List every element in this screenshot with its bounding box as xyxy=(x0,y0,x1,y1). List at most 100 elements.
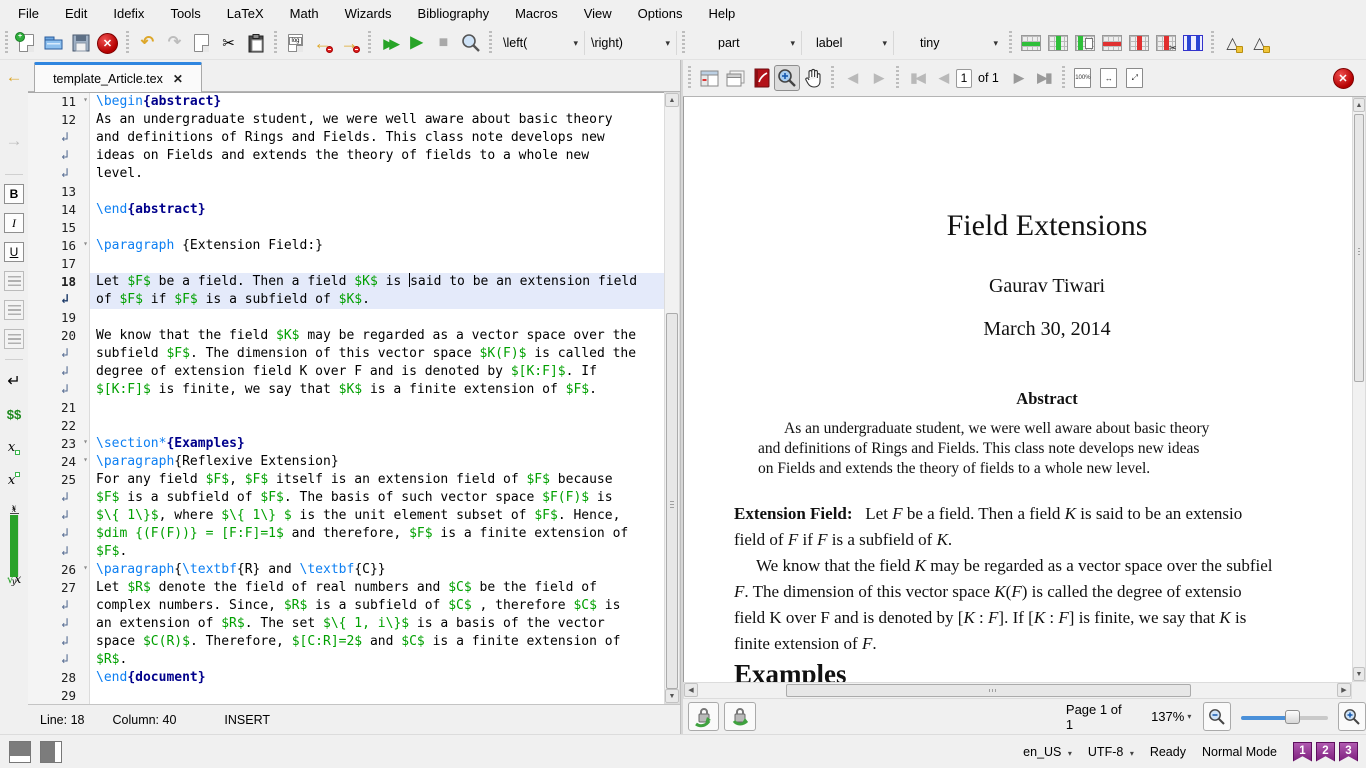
gutter-cell[interactable]: 28 xyxy=(28,669,90,687)
pdf-vscrollbar[interactable]: ▲ ▼ xyxy=(1352,97,1366,682)
encoding-selector[interactable]: UTF-8 ▾ xyxy=(1088,745,1134,759)
gutter-cell[interactable]: 29 xyxy=(28,687,90,704)
open-file-button[interactable] xyxy=(40,30,67,57)
editor-row[interactable]: ↲$R$. xyxy=(28,651,664,669)
gutter-cell[interactable]: ↲ xyxy=(28,651,90,669)
code-line[interactable]: complex numbers. Since, $R$ is a subfiel… xyxy=(90,597,664,615)
editor-row[interactable]: 14\end{abstract} xyxy=(28,201,664,219)
remove-column-button[interactable] xyxy=(1125,30,1152,57)
bookmark-badge-3[interactable]: 3 xyxy=(1339,742,1358,762)
inline-math-button[interactable]: $$ xyxy=(2,402,26,426)
gutter-cell[interactable]: ↲ xyxy=(28,615,90,633)
menu-file[interactable]: File xyxy=(18,6,39,21)
editor-row[interactable]: 20We know that the field $K$ may be rega… xyxy=(28,327,664,345)
close-file-button[interactable]: ✕ xyxy=(94,30,121,57)
language-selector[interactable]: en_US ▾ xyxy=(1023,745,1072,759)
toolbar-handle[interactable] xyxy=(272,31,279,55)
code-line[interactable]: \paragraph{Reflexive Extension} xyxy=(90,453,664,471)
menu-wizards[interactable]: Wizards xyxy=(345,6,392,21)
dfrac-button[interactable]: xy xyxy=(2,534,26,558)
menu-options[interactable]: Options xyxy=(638,6,683,21)
editor-row[interactable]: 24▾\paragraph{Reflexive Extension} xyxy=(28,453,664,471)
code-line[interactable]: \paragraph {Extension Field:} xyxy=(90,237,664,255)
code-line[interactable]: $F$. xyxy=(90,543,664,561)
zoom-out-button[interactable] xyxy=(1203,702,1231,731)
editor-row[interactable]: 16▾\paragraph {Extension Field:} xyxy=(28,237,664,255)
editor-row[interactable]: ↲degree of extension field K over F and … xyxy=(28,363,664,381)
align-left-button[interactable] xyxy=(4,271,24,291)
editor-row[interactable]: ↲of $F$ if $F$ is a subfield of $K$. xyxy=(28,291,664,309)
gutter-cell[interactable]: ↲ xyxy=(28,597,90,615)
superscript-button[interactable]: x xyxy=(2,468,26,492)
new-file-button[interactable]: + xyxy=(13,30,40,57)
scroll-down-icon[interactable]: ▼ xyxy=(665,689,679,703)
gutter-cell[interactable]: ↲ xyxy=(28,525,90,543)
history-forward-button[interactable]: ▶ xyxy=(865,65,891,91)
code-line[interactable]: \section*{Examples} xyxy=(90,435,664,453)
code-line[interactable]: \paragraph{\textbf{R} and \textbf{C}} xyxy=(90,561,664,579)
editor-row[interactable]: 13 xyxy=(28,183,664,201)
gutter-cell[interactable]: ↲ xyxy=(28,291,90,309)
fold-marker-icon[interactable]: ▾ xyxy=(83,433,88,451)
zoom-marquee-button[interactable] xyxy=(774,65,800,91)
editor-row[interactable]: ↲subfield $F$. The dimension of this vec… xyxy=(28,345,664,363)
code-line[interactable] xyxy=(90,309,664,327)
code-line[interactable]: level. xyxy=(90,165,664,183)
gutter-cell[interactable]: 12 xyxy=(28,111,90,129)
editor-vscrollbar[interactable]: ▲ ▼ xyxy=(664,92,680,704)
toolbar-handle[interactable] xyxy=(894,66,901,90)
tab-close-icon[interactable]: ✕ xyxy=(173,72,183,86)
editor-row[interactable]: 12As an undergraduate student, we were w… xyxy=(28,111,664,129)
sync-scroll-right-button[interactable] xyxy=(724,702,755,731)
menu-macros[interactable]: Macros xyxy=(515,6,558,21)
gutter-cell[interactable]: 14 xyxy=(28,201,90,219)
code-line[interactable]: $\{ 1\}$, where $\{ 1\} $ is the unit el… xyxy=(90,507,664,525)
menu-view[interactable]: View xyxy=(584,6,612,21)
scroll-down-icon[interactable]: ▼ xyxy=(1353,667,1365,681)
pdf-vscroll-thumb[interactable] xyxy=(1354,114,1364,382)
code-line[interactable] xyxy=(90,417,664,435)
gutter-cell[interactable]: ↲ xyxy=(28,381,90,399)
gutter-cell[interactable]: ↲ xyxy=(28,543,90,561)
editor-row[interactable]: 17 xyxy=(28,255,664,273)
toggle-structure-button[interactable] xyxy=(696,65,722,91)
editor-row[interactable]: 19 xyxy=(28,309,664,327)
editor-row[interactable]: ↲$\{ 1\}$, where $\{ 1\} $ is the unit e… xyxy=(28,507,664,525)
menu-idefix[interactable]: Idefix xyxy=(113,6,144,21)
code-line[interactable]: For any field $F$, $F$ itself is an exte… xyxy=(90,471,664,489)
code-line[interactable]: $dim {(F(F))} = [F:F]=1$ and therefore, … xyxy=(90,525,664,543)
editor-row[interactable]: 26▾\paragraph{\textbf{R} and \textbf{C}} xyxy=(28,561,664,579)
gutter-cell[interactable]: ↲ xyxy=(28,165,90,183)
editor-row[interactable]: ↲complex numbers. Since, $R$ is a subfie… xyxy=(28,597,664,615)
gutter-cell[interactable]: ↲ xyxy=(28,363,90,381)
gutter-cell[interactable]: ↲ xyxy=(28,129,90,147)
zoom-slider[interactable] xyxy=(1241,710,1328,724)
fontsize-combo[interactable]: tiny ▾ xyxy=(894,31,1004,55)
code-line[interactable]: an extension of $R$. The set $\{ 1, i\}$… xyxy=(90,615,664,633)
code-line[interactable] xyxy=(90,255,664,273)
gutter-cell[interactable]: 11▾ xyxy=(28,93,90,111)
next-error-button[interactable]: → xyxy=(336,30,363,57)
pages-panel-button[interactable] xyxy=(722,65,748,91)
toolbar-handle[interactable] xyxy=(124,31,131,55)
gutter-cell[interactable]: 26▾ xyxy=(28,561,90,579)
code-line[interactable]: $[K:F]$ is finite, we say that $K$ is a … xyxy=(90,381,664,399)
editor-row[interactable]: 28\end{document} xyxy=(28,669,664,687)
menu-bibliography[interactable]: Bibliography xyxy=(418,6,490,21)
toolbar-handle[interactable] xyxy=(366,31,373,55)
italic-button[interactable]: I xyxy=(4,213,24,233)
gutter-cell[interactable]: 13 xyxy=(28,183,90,201)
gutter-cell[interactable]: 23▾ xyxy=(28,435,90,453)
previous-error-button[interactable]: ← xyxy=(309,30,336,57)
gutter-cell[interactable]: 24▾ xyxy=(28,453,90,471)
editor-row[interactable]: ↲and definitions of Rings and Fields. Th… xyxy=(28,129,664,147)
code-line[interactable]: Let $R$ denote the field of real numbers… xyxy=(90,579,664,597)
editor-row[interactable]: 21 xyxy=(28,399,664,417)
cut-button[interactable]: ✂ xyxy=(215,30,242,57)
editor-row[interactable]: 23▾\section*{Examples} xyxy=(28,435,664,453)
remove-row-button[interactable] xyxy=(1098,30,1125,57)
gutter-cell[interactable]: 15 xyxy=(28,219,90,237)
sync-scroll-left-button[interactable] xyxy=(688,702,719,731)
source-editor[interactable]: 11▾\begin{abstract}12As an undergraduate… xyxy=(28,92,664,704)
zoom-slider-knob[interactable] xyxy=(1285,710,1300,724)
